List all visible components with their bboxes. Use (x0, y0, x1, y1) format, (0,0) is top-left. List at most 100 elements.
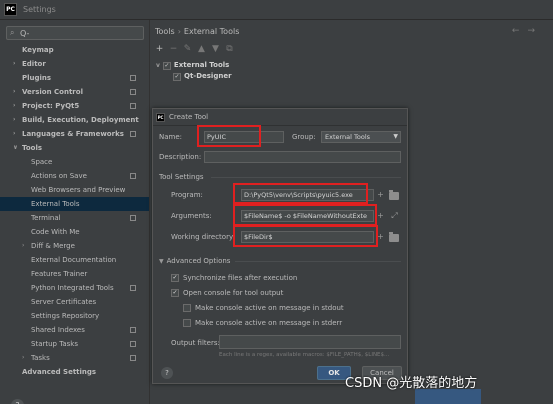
add-tool-button[interactable]: + (154, 44, 165, 55)
sidebar-item[interactable]: External Tools (0, 197, 149, 211)
advanced-options-title[interactable]: ▼ Advanced Options (159, 257, 230, 265)
sidebar-item[interactable]: › Version Control (0, 85, 149, 99)
group-label: Group: (292, 133, 316, 141)
search-box[interactable]: ⌕ (6, 26, 144, 40)
project-scope-icon (130, 341, 136, 347)
tree-tool-row[interactable]: ✓ Qt-Designer (156, 71, 232, 82)
sidebar-item[interactable]: Advanced Settings (0, 365, 149, 379)
sidebar-item[interactable]: Settings Repository (0, 309, 149, 323)
name-field[interactable]: PyUIC (204, 131, 284, 143)
sync-files-checkbox[interactable]: ✓ (171, 274, 179, 282)
sidebar-item-label: Diff & Merge (31, 242, 75, 250)
stdout-checkbox[interactable] (183, 304, 191, 312)
sidebar-item[interactable]: › Editor (0, 57, 149, 71)
open-console-checkbox[interactable]: ✓ (171, 289, 179, 297)
history-arrows[interactable]: ←→ (512, 26, 543, 36)
output-filters-field[interactable] (219, 335, 401, 349)
sidebar-item-label: Plugins (22, 74, 52, 82)
sidebar-item[interactable]: Shared Indexes (0, 323, 149, 337)
back-arrow-icon[interactable]: ← (512, 26, 528, 36)
settings-ok-button[interactable] (415, 389, 481, 404)
pycharm-logo-icon: PC (4, 3, 17, 16)
project-scope-icon (130, 131, 136, 137)
stderr-option[interactable]: Make console active on message in stderr (183, 319, 342, 327)
expand-arrow-icon[interactable]: v (156, 60, 160, 71)
forward-arrow-icon[interactable]: → (527, 26, 543, 36)
sidebar-item[interactable]: › Diff & Merge (0, 239, 149, 253)
sync-files-label: Synchronize files after execution (183, 274, 298, 282)
sidebar-item[interactable]: Startup Tasks (0, 337, 149, 351)
tool-checkbox[interactable]: ✓ (173, 72, 181, 81)
folder-icon[interactable] (389, 190, 399, 200)
breadcrumb-item[interactable]: Tools (155, 27, 175, 36)
sidebar-item-label: Tasks (31, 354, 50, 362)
project-scope-icon (130, 355, 136, 361)
sidebar-item[interactable]: External Documentation (0, 253, 149, 267)
chevron-right-icon[interactable]: › (13, 85, 15, 99)
chevron-down-icon: ▼ (393, 133, 398, 140)
sidebar-item[interactable]: Keymap (0, 43, 149, 57)
tools-tree: v ✓ External Tools ✓ Qt-Designer (156, 60, 232, 82)
search-input[interactable] (20, 28, 140, 38)
settings-sidebar: ⌕ Keymap › Editor Plugins › Version Control › P… (0, 20, 150, 404)
sidebar-item[interactable]: Actions on Save (0, 169, 149, 183)
description-label: Description: (159, 153, 202, 161)
add-macro-button[interactable]: + (375, 231, 386, 242)
expand-field-icon[interactable]: ⤢ (389, 210, 400, 221)
add-macro-button[interactable]: + (375, 210, 386, 221)
arguments-field[interactable]: $FileName$ -o $FileNameWithoutExte (241, 210, 374, 222)
chevron-right-icon[interactable]: › (22, 351, 24, 365)
chevron-right-icon[interactable]: › (13, 99, 15, 113)
dialog-help-button[interactable]: ? (161, 367, 173, 379)
tree-group-label: External Tools (173, 61, 230, 69)
sidebar-item[interactable]: Space (0, 155, 149, 169)
collapse-arrow-icon[interactable]: ▼ (159, 258, 164, 265)
sidebar-item-label: Project: PyQt5 (22, 102, 80, 110)
sidebar-item-label: Actions on Save (31, 172, 87, 180)
group-checkbox[interactable]: ✓ (162, 61, 171, 70)
sidebar-item[interactable]: Web Browsers and Preview (0, 183, 149, 197)
sidebar-item[interactable]: Python Integrated Tools (0, 281, 149, 295)
group-select-value: External Tools (325, 133, 371, 141)
sidebar-item[interactable]: ∨ Tools (0, 141, 149, 155)
stdout-option[interactable]: Make console active on message in stdout (183, 304, 344, 312)
folder-icon[interactable] (389, 232, 399, 242)
sidebar-item[interactable]: Server Certificates (0, 295, 149, 309)
sidebar-item[interactable]: › Tasks (0, 351, 149, 365)
sidebar-item[interactable]: Terminal (0, 211, 149, 225)
description-field[interactable] (204, 151, 401, 163)
sidebar-item[interactable]: Features Trainer (0, 267, 149, 281)
stderr-checkbox[interactable] (183, 319, 191, 327)
dialog-title: Create Tool (169, 113, 209, 121)
open-console-option[interactable]: ✓ Open console for tool output (171, 289, 283, 297)
sidebar-item[interactable]: Code With Me (0, 225, 149, 239)
chevron-down-icon[interactable]: ∨ (13, 141, 18, 155)
sidebar-item[interactable]: › Languages & Frameworks (0, 127, 149, 141)
group-select[interactable]: External Tools ▼ (321, 131, 401, 143)
watermark: CSDN @光散落的地方 (345, 376, 478, 391)
help-button[interactable]: ? (11, 399, 24, 404)
sidebar-item[interactable]: › Project: PyQt5 (0, 99, 149, 113)
project-scope-icon (130, 215, 136, 221)
move-down-button[interactable]: ▼ (210, 44, 221, 55)
tree-group-row[interactable]: v ✓ External Tools (156, 60, 232, 71)
sidebar-item-label: Startup Tasks (31, 340, 78, 348)
copy-tool-button[interactable]: ⧉ (224, 44, 235, 55)
add-macro-button[interactable]: + (375, 189, 386, 200)
program-field[interactable]: D:\PyQt5\venv\Scripts\pyuic5.exe (241, 189, 374, 201)
chevron-right-icon[interactable]: › (13, 127, 15, 141)
sidebar-item-label: External Documentation (31, 256, 117, 264)
chevron-right-icon[interactable]: › (22, 239, 24, 253)
working-directory-field[interactable]: $FileDir$ (241, 231, 374, 243)
chevron-right-icon[interactable]: › (13, 57, 15, 71)
sync-files-option[interactable]: ✓ Synchronize files after execution (171, 274, 297, 282)
remove-tool-button[interactable]: − (168, 44, 179, 55)
move-up-button[interactable]: ▲ (196, 44, 207, 55)
sidebar-item-label: Code With Me (31, 228, 80, 236)
sidebar-item[interactable]: › Build, Execution, Deployment (0, 113, 149, 127)
sidebar-item-label: Advanced Settings (22, 368, 97, 376)
chevron-right-icon[interactable]: › (13, 113, 15, 127)
dialog-titlebar: PC Create Tool (153, 109, 407, 126)
sidebar-item[interactable]: Plugins (0, 71, 149, 85)
edit-tool-button[interactable]: ✎ (182, 44, 193, 55)
